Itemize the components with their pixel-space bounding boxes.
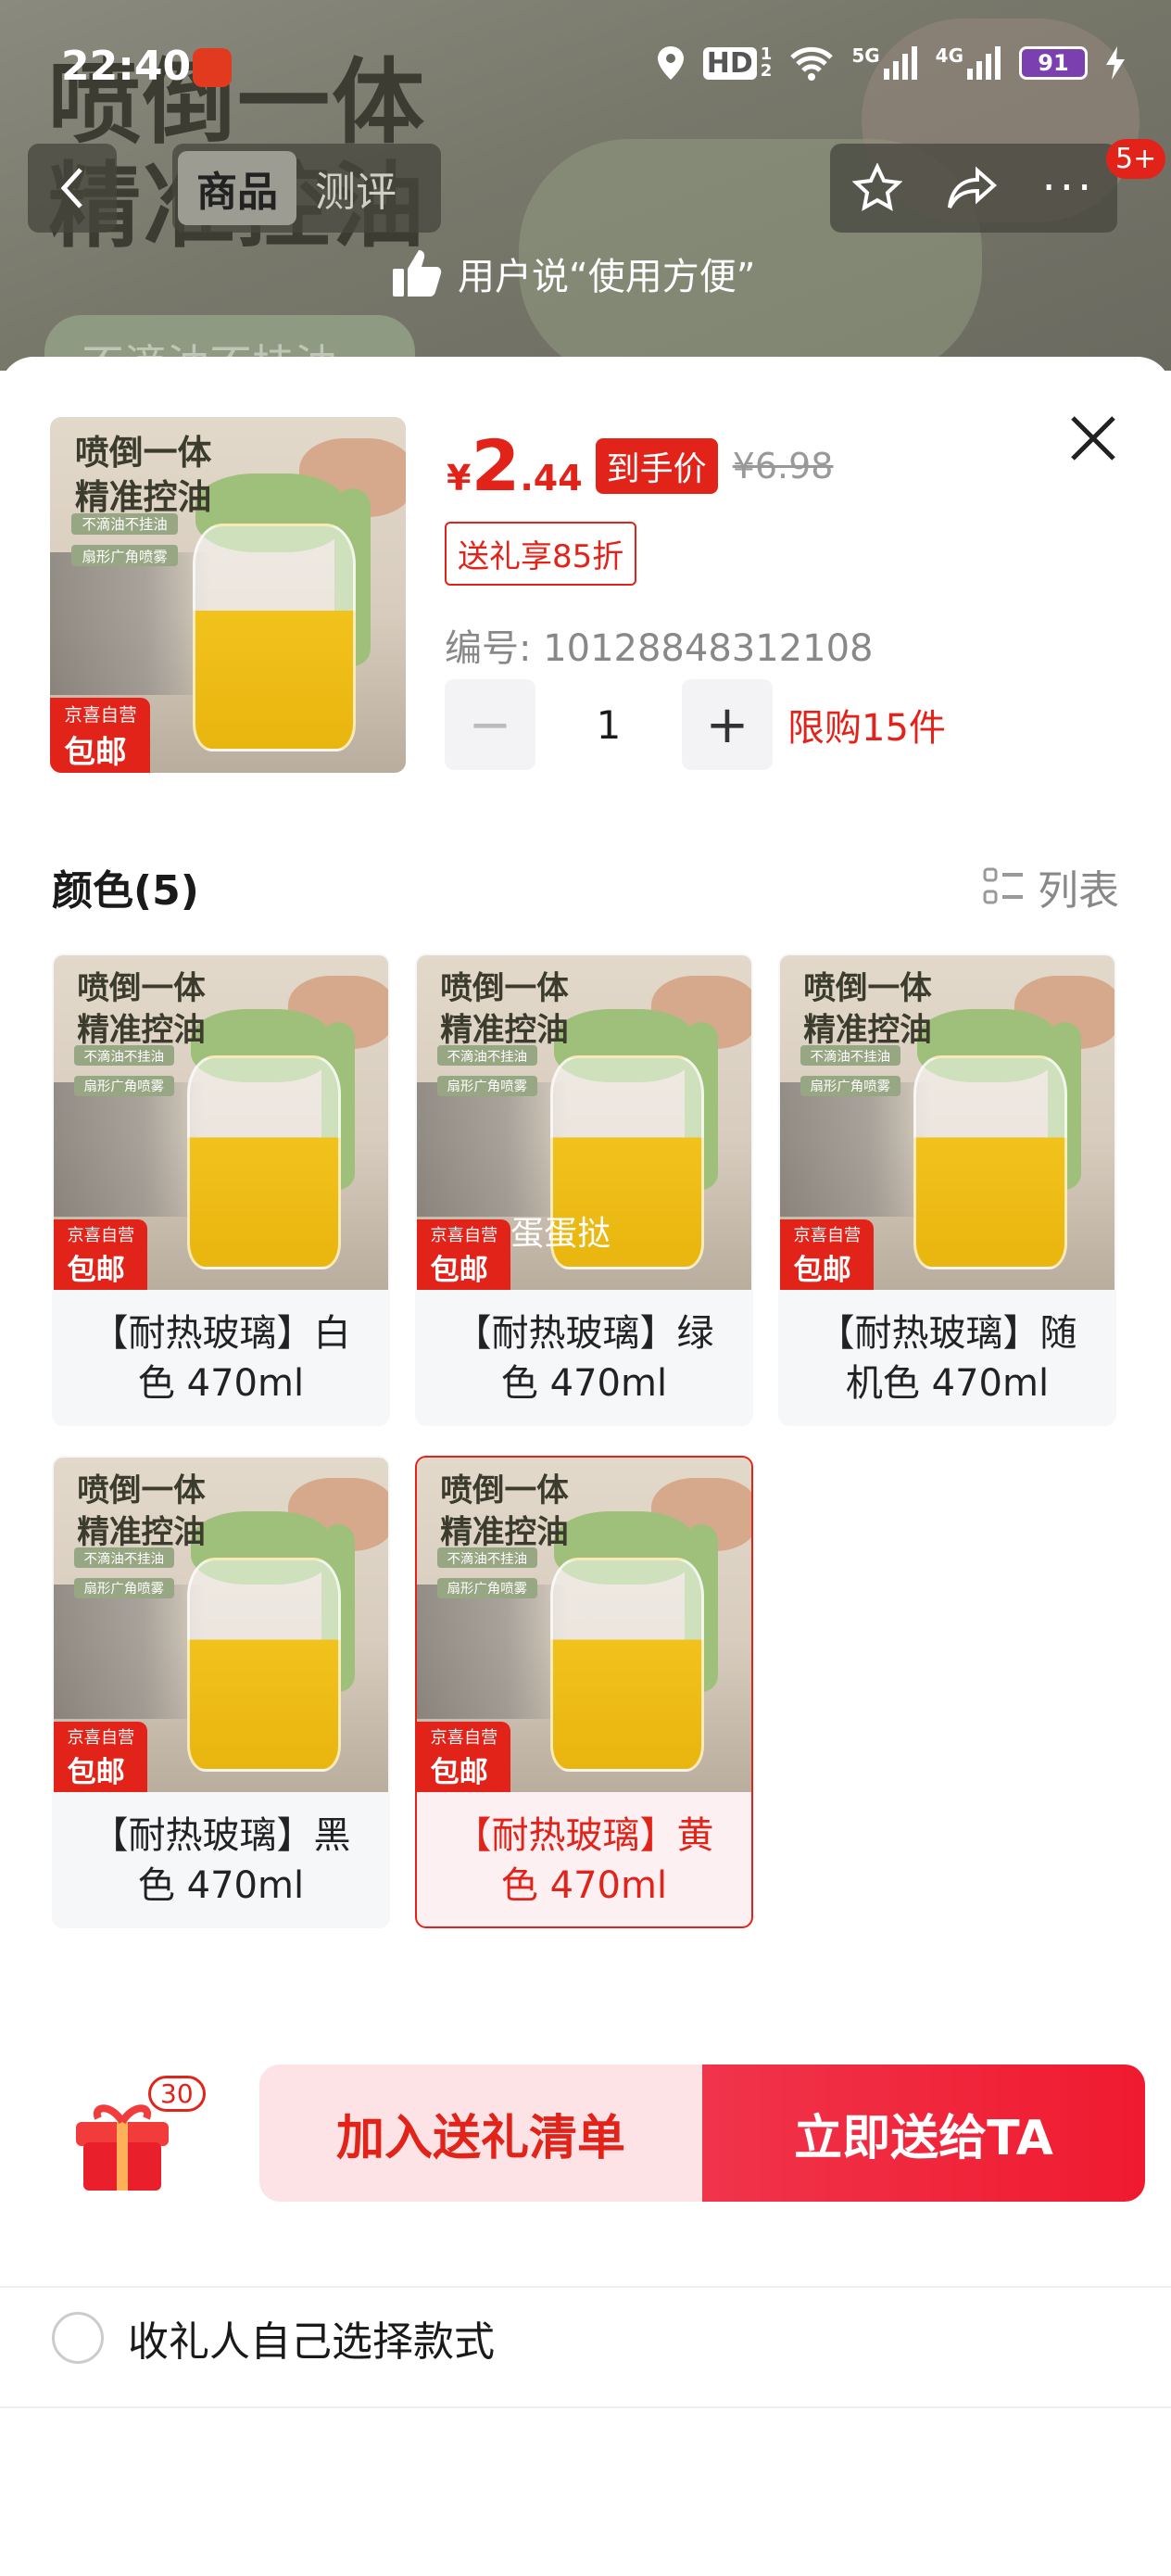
color-option-card[interactable]: 喷倒一体 精准控油 不滴油不挂油 扇形广角喷雾 京喜自营 包邮 【耐热玻璃】黑色 4… (52, 1456, 390, 1928)
wifi-icon (790, 46, 834, 81)
battery-icon: 91 (1019, 46, 1088, 80)
quantity-value[interactable]: 1 (535, 702, 682, 748)
app-notification-icon (193, 48, 232, 87)
purchase-limit: 限购15件 (787, 707, 946, 750)
jd-self-operated-badge: 京喜自营 包邮 (417, 1722, 511, 1792)
color-option-image: 喷倒一体 精准控油 不滴油不挂油 扇形广角喷雾 京喜自营 包邮 (54, 955, 388, 1290)
divider (0, 2286, 1171, 2288)
final-price-tag: 到手价 (595, 438, 718, 494)
original-price: ¥6.98 (732, 446, 834, 486)
color-option-image: 喷倒一体 精准控油 不滴油不挂油 扇形广角喷雾 京喜自营 包邮 蛋蛋挞 (417, 955, 751, 1290)
divider (0, 2406, 1171, 2408)
decrease-quantity-button[interactable]: − (445, 679, 535, 770)
color-section-title: 颜色(5) (52, 867, 199, 915)
jd-self-operated-badge: 京喜自营 包邮 (417, 1219, 511, 1290)
thumbs-up-icon (393, 250, 442, 297)
color-option-label: 【耐热玻璃】随机色 470ml (817, 1311, 1077, 1405)
product-thumbnail: 喷倒一体 精准控油 不滴油不挂油 扇形广角喷雾 京喜自营 包邮 (50, 417, 406, 773)
gift-count-badge: 30 (148, 2076, 206, 2112)
color-option-card[interactable]: 喷倒一体 精准控油 不滴油不挂油 扇形广角喷雾 京喜自营 包邮 【耐热玻璃】白色 4… (52, 953, 390, 1426)
close-button[interactable] (1065, 412, 1121, 468)
tab-product[interactable]: 商品 (178, 151, 296, 225)
product-image: 喷倒一体 精准控油 不滴油不挂油 扇形广角喷雾 京喜自营 包邮 (50, 417, 406, 773)
back-button[interactable] (28, 144, 117, 233)
list-view-label: 列表 (1038, 867, 1119, 915)
more-icon[interactable]: ··· (1042, 162, 1096, 214)
close-icon (1071, 416, 1115, 461)
quantity-stepper: − 1 + 限购15件 (445, 679, 946, 770)
message-count-badge: 5+ (1106, 139, 1166, 179)
top-tabs: 商品 测评 (172, 144, 441, 233)
signal-4g-icon: 4G (936, 44, 1002, 82)
share-icon[interactable] (946, 165, 998, 211)
jd-self-operated-badge: 京喜自营 包邮 (780, 1219, 875, 1290)
price-decimal: .44 (520, 458, 583, 499)
signal-5g-icon: 5G (851, 44, 918, 82)
send-gift-now-button[interactable]: 立即送给TA (702, 2065, 1145, 2202)
price-currency: ¥ (447, 458, 472, 499)
color-option-image: 喷倒一体 精准控油 不滴油不挂油 扇形广角喷雾 京喜自营 包邮 (54, 1458, 388, 1792)
add-to-gift-list-button[interactable]: 加入送礼清单 (259, 2065, 702, 2202)
gift-discount-tag: 送礼享85折 (445, 522, 637, 586)
color-option-image: 喷倒一体 精准控油 不滴油不挂油 扇形广角喷雾 京喜自营 包邮 (780, 955, 1114, 1290)
price-integer: 2 (471, 424, 521, 507)
color-options-grid: 喷倒一体 精准控油 不滴油不挂油 扇形广角喷雾 京喜自营 包邮 【耐热玻璃】白色 4… (52, 953, 1119, 1928)
color-option-label: 【耐热玻璃】黄色 470ml (454, 1813, 714, 1907)
list-icon (983, 867, 1023, 904)
color-option-card[interactable]: 喷倒一体 精准控油 不滴油不挂油 扇形广角喷雾 京喜自营 包邮 【耐热玻璃】随机色 … (778, 953, 1116, 1426)
image-watermark: 蛋蛋挞 (510, 1214, 611, 1253)
sku-number: 编号: 10128848312108 (445, 627, 874, 670)
jd-self-operated-badge: 京喜自营 包邮 (54, 1219, 148, 1290)
user-says-text: 用户说“使用方便” (458, 256, 756, 298)
top-actions: ··· (830, 144, 1117, 233)
recipient-choose-option[interactable]: 收礼人自己选择款式 (52, 2308, 495, 2368)
hd-icon: HD 12 (702, 46, 772, 80)
color-option-label: 【耐热玻璃】绿色 470ml (454, 1311, 714, 1405)
location-icon (657, 46, 684, 80)
color-option-label: 【耐热玻璃】白色 470ml (91, 1311, 351, 1405)
charging-icon (1106, 46, 1125, 80)
status-icons: HD 12 5G 4G 91 (655, 44, 1127, 82)
color-option-card[interactable]: 喷倒一体 精准控油 不滴油不挂油 扇形广角喷雾 京喜自营 包邮 【耐热玻璃】黄色 4… (415, 1456, 753, 1928)
recipient-choose-label: 收礼人自己选择款式 (128, 2318, 495, 2366)
chevron-left-icon (60, 168, 82, 208)
tab-reviews[interactable]: 测评 (296, 151, 415, 225)
user-says-banner: 用户说“使用方便” (389, 232, 755, 315)
list-view-toggle[interactable]: 列表 (982, 857, 1119, 916)
price-row: ¥ 2 .44 到手价 ¥6.98 (447, 431, 833, 501)
status-bar: 22:40 HD 12 5G 4G 91 (0, 0, 1171, 139)
color-option-image: 喷倒一体 精准控油 不滴油不挂油 扇形广角喷雾 京喜自营 包邮 (417, 1458, 751, 1792)
jd-self-operated-badge: 京喜自营 包邮 (54, 1722, 148, 1792)
sku-selector-sheet: 喷倒一体 精准控油 不滴油不挂油 扇形广角喷雾 京喜自营 包邮 ¥ 2 .44 到手… (0, 357, 1171, 2576)
status-time: 22:40 (61, 43, 192, 90)
jd-self-operated-badge: 京喜自营 包邮 (50, 698, 150, 773)
increase-quantity-button[interactable]: + (682, 679, 773, 770)
recipient-choose-radio[interactable] (52, 2312, 104, 2364)
color-option-card[interactable]: 喷倒一体 精准控油 不滴油不挂油 扇形广角喷雾 京喜自营 包邮 蛋蛋挞 【耐热玻璃】… (415, 953, 753, 1426)
color-option-label: 【耐热玻璃】黑色 470ml (91, 1813, 351, 1907)
star-icon[interactable] (851, 163, 902, 213)
